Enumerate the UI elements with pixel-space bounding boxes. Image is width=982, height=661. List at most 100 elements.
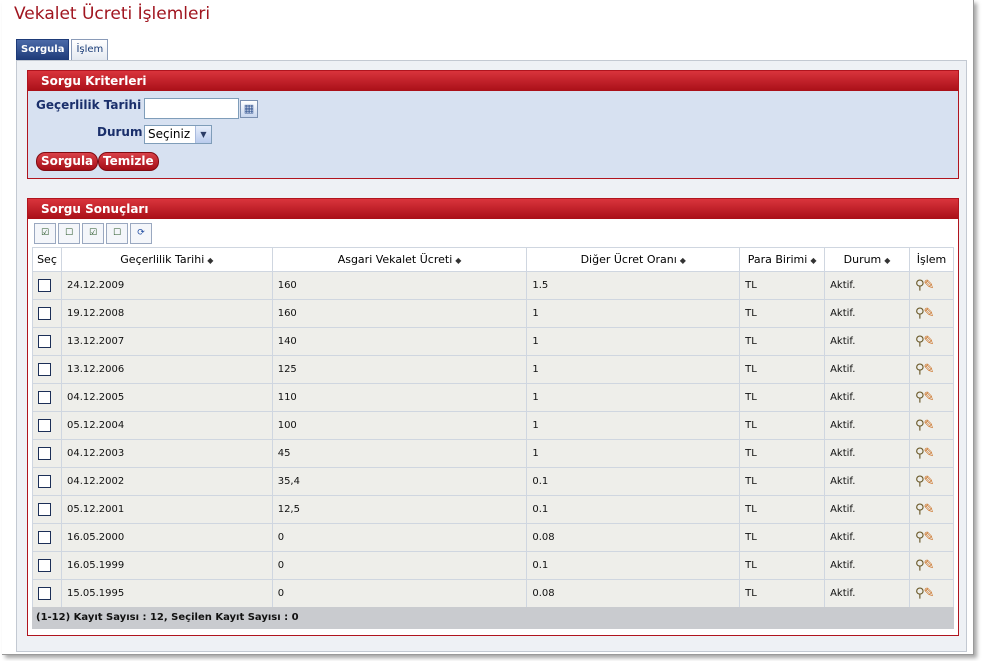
row-actions-cell: ⚲✎ [908, 523, 955, 552]
date-cell: 05.12.2004 [60, 411, 273, 440]
currency-cell: TL [739, 271, 826, 300]
row-checkbox[interactable] [38, 335, 51, 348]
row-checkbox[interactable] [38, 447, 51, 460]
rate-cell: 1 [526, 299, 741, 328]
rate-cell: 0.1 [526, 467, 741, 496]
pencil-icon[interactable]: ✎ [924, 278, 935, 293]
status-select[interactable]: Seçiniz ▼ [144, 125, 212, 144]
rate-cell: 1 [526, 327, 741, 356]
sort-icon: ◆ [810, 256, 817, 265]
table-row[interactable]: 16.05.1999 0 0.1 TL Aktif. ⚲✎ [32, 551, 955, 580]
magnifier-icon[interactable]: ⚲ [915, 586, 924, 601]
col-header-date[interactable]: Geçerlilik Tarihi ◆ [60, 247, 273, 272]
rate-cell: 1 [526, 411, 741, 440]
pencil-icon[interactable]: ✎ [924, 334, 935, 349]
magnifier-icon[interactable]: ⚲ [915, 390, 924, 405]
fee-cell: 160 [271, 271, 528, 300]
col-header-status[interactable]: Durum ◆ [824, 247, 910, 272]
pencil-icon[interactable]: ✎ [924, 362, 935, 377]
row-checkbox[interactable] [38, 363, 51, 376]
table-row[interactable]: 19.12.2008 160 1 TL Aktif. ⚲✎ [32, 299, 955, 328]
row-checkbox[interactable] [38, 279, 51, 292]
row-checkbox[interactable] [38, 419, 51, 432]
fee-cell: 0 [271, 523, 528, 552]
magnifier-icon[interactable]: ⚲ [915, 306, 924, 321]
clear-button[interactable]: Temizle [98, 152, 159, 171]
magnifier-icon[interactable]: ⚲ [915, 362, 924, 377]
tab-islem[interactable]: İşlem [71, 39, 109, 60]
pencil-icon[interactable]: ✎ [924, 390, 935, 405]
pencil-icon[interactable]: ✎ [924, 474, 935, 489]
table-row[interactable]: 24.12.2009 160 1.5 TL Aktif. ⚲✎ [32, 271, 955, 300]
row-checkbox[interactable] [38, 503, 51, 516]
date-input[interactable] [144, 98, 239, 119]
table-row[interactable]: 04.12.2005 110 1 TL Aktif. ⚲✎ [32, 383, 955, 412]
row-select-cell [32, 523, 62, 552]
date-cell: 04.12.2003 [60, 439, 273, 468]
table-row[interactable]: 05.12.2004 100 1 TL Aktif. ⚲✎ [32, 411, 955, 440]
col-header-action: İşlem [908, 247, 955, 272]
pencil-icon[interactable]: ✎ [924, 502, 935, 517]
status-cell: Aktif. [824, 299, 910, 328]
sort-icon: ◆ [679, 256, 686, 265]
select-all-icon[interactable]: ☑ [34, 223, 56, 244]
row-checkbox[interactable] [38, 475, 51, 488]
invert-selection-icon[interactable]: ☑ [82, 223, 104, 244]
table-row[interactable]: 05.12.2001 12,5 0.1 TL Aktif. ⚲✎ [32, 495, 955, 524]
row-checkbox[interactable] [38, 531, 51, 544]
rate-cell: 0.1 [526, 551, 741, 580]
table-row[interactable]: 15.05.1995 0 0.08 TL Aktif. ⚲✎ [32, 579, 955, 608]
criteria-header: Sorgu Kriterleri [28, 71, 958, 91]
pencil-icon[interactable]: ✎ [924, 558, 935, 573]
row-checkbox[interactable] [38, 391, 51, 404]
magnifier-icon[interactable]: ⚲ [915, 474, 924, 489]
deselect-all-icon[interactable]: ☐ [58, 223, 80, 244]
rate-cell: 0.08 [526, 523, 741, 552]
tab-sorgula[interactable]: Sorgula [16, 39, 70, 60]
table-row[interactable]: 04.12.2002 35,4 0.1 TL Aktif. ⚲✎ [32, 467, 955, 496]
row-actions-cell: ⚲✎ [908, 383, 955, 412]
row-select-cell [32, 495, 62, 524]
row-checkbox[interactable] [38, 307, 51, 320]
pencil-icon[interactable]: ✎ [924, 306, 935, 321]
fee-cell: 0 [271, 551, 528, 580]
table-row[interactable]: 13.12.2007 140 1 TL Aktif. ⚲✎ [32, 327, 955, 356]
magnifier-icon[interactable]: ⚲ [915, 530, 924, 545]
status-cell: Aktif. [824, 327, 910, 356]
select-page-icon[interactable]: ☐ [106, 223, 128, 244]
row-actions-cell: ⚲✎ [908, 327, 955, 356]
magnifier-icon[interactable]: ⚲ [915, 446, 924, 461]
row-actions-cell: ⚲✎ [908, 495, 955, 524]
status-select-value: Seçiniz [148, 127, 191, 141]
tab-bar: Sorgula İşlem [16, 39, 110, 60]
col-header-currency[interactable]: Para Birimi ◆ [739, 247, 826, 272]
row-checkbox[interactable] [38, 559, 51, 572]
sort-icon: ◆ [455, 256, 462, 265]
magnifier-icon[interactable]: ⚲ [915, 418, 924, 433]
pencil-icon[interactable]: ✎ [924, 530, 935, 545]
col-header-rate[interactable]: Diğer Ücret Oranı ◆ [526, 247, 741, 272]
pencil-icon[interactable]: ✎ [924, 586, 935, 601]
results-table: Seç Geçerlilik Tarihi ◆ Asgari Vekalet Üc… [32, 247, 955, 608]
pencil-icon[interactable]: ✎ [924, 418, 935, 433]
table-row[interactable]: 16.05.2000 0 0.08 TL Aktif. ⚲✎ [32, 523, 955, 552]
refresh-icon[interactable]: ⟳ [130, 223, 152, 244]
calendar-icon[interactable]: ▦ [240, 100, 258, 118]
row-checkbox[interactable] [38, 587, 51, 600]
magnifier-icon[interactable]: ⚲ [915, 334, 924, 349]
magnifier-icon[interactable]: ⚲ [915, 502, 924, 517]
magnifier-icon[interactable]: ⚲ [915, 558, 924, 573]
table-row[interactable]: 13.12.2006 125 1 TL Aktif. ⚲✎ [32, 355, 955, 384]
date-cell: 04.12.2005 [60, 383, 273, 412]
status-cell: Aktif. [824, 467, 910, 496]
status-cell: Aktif. [824, 551, 910, 580]
row-select-cell [32, 271, 62, 300]
currency-cell: TL [739, 467, 826, 496]
table-row[interactable]: 04.12.2003 45 1 TL Aktif. ⚲✎ [32, 439, 955, 468]
col-header-fee[interactable]: Asgari Vekalet Ücreti ◆ [271, 247, 528, 272]
magnifier-icon[interactable]: ⚲ [915, 278, 924, 293]
rate-cell: 1 [526, 383, 741, 412]
query-button[interactable]: Sorgula [36, 152, 99, 171]
row-select-cell [32, 579, 62, 608]
pencil-icon[interactable]: ✎ [924, 446, 935, 461]
